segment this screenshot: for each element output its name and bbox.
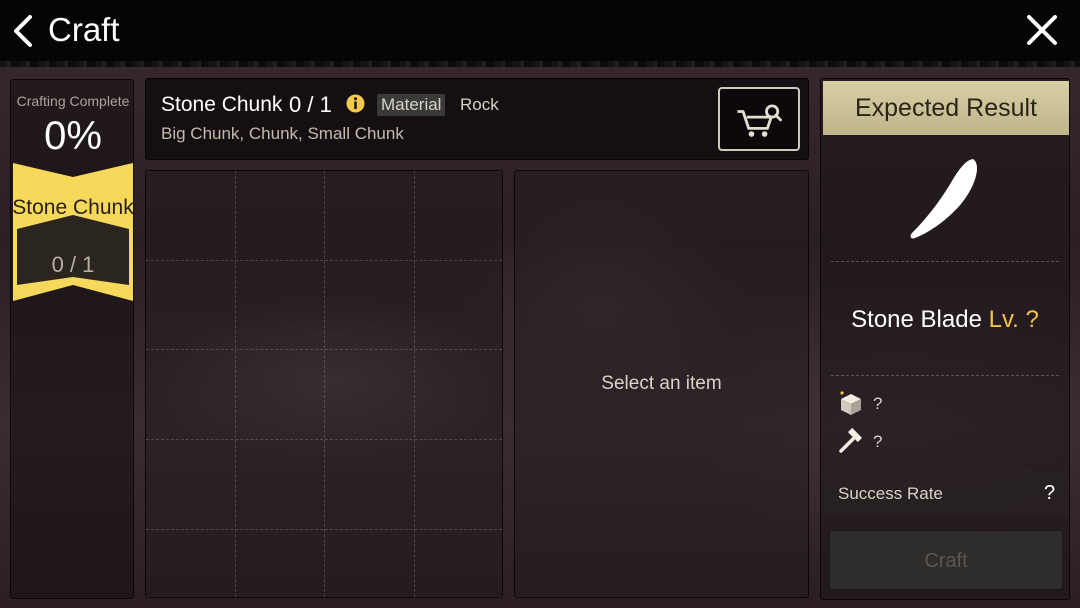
- expected-result-header: Expected Result: [823, 81, 1069, 135]
- tag-material: Material: [377, 94, 446, 116]
- grid-line: [235, 171, 236, 597]
- item-grid[interactable]: [145, 170, 503, 598]
- grid-line: [146, 439, 502, 440]
- divider: [831, 375, 1059, 376]
- select-item-placeholder: Select an item: [601, 373, 722, 394]
- success-rate-value: ?: [1044, 482, 1056, 504]
- grid-line: [146, 260, 502, 261]
- result-item-name: Stone Blade Lv. ?: [821, 306, 1069, 334]
- page-title: Craft: [48, 11, 120, 48]
- divider: [831, 261, 1059, 262]
- stat-row-tool: ?: [837, 427, 917, 455]
- hammer-icon: [839, 427, 863, 453]
- material-count: 0 / 1: [289, 92, 332, 117]
- info-icon[interactable]: [346, 94, 365, 113]
- craft-button[interactable]: Craft: [829, 530, 1063, 590]
- grid-line: [146, 349, 502, 350]
- top-bar: Craft: [0, 0, 1080, 67]
- item-detail-panel: Select an item: [514, 170, 809, 598]
- material-badge[interactable]: [13, 163, 133, 301]
- stone-blade-icon: [910, 159, 977, 239]
- cart-search-icon: [737, 104, 782, 137]
- material-name: Stone Chunk: [161, 93, 283, 116]
- crafting-complete-label: Crafting Complete: [16, 93, 130, 109]
- stat-quantity-value: ?: [873, 394, 883, 413]
- stat-tool-value: ?: [873, 432, 883, 451]
- result-item-title: Stone Blade: [851, 306, 982, 333]
- material-badge-count: 0 / 1: [51, 252, 95, 277]
- result-item-level: Lv. ?: [988, 306, 1039, 333]
- expected-result-panel: Expected Result Stone Blade Lv. ? ? ? Su…: [820, 78, 1070, 600]
- shop-search-button[interactable]: [718, 87, 800, 151]
- material-variants: Big Chunk, Chunk, Small Chunk: [161, 124, 404, 143]
- tag-rock: Rock: [460, 95, 499, 114]
- box-icon: [840, 391, 861, 415]
- success-rate-label: Success Rate: [838, 484, 943, 503]
- material-info-bar: Stone Chunk 0 / 1 Material Rock Big Chun…: [145, 78, 809, 160]
- crafting-percent: 0%: [44, 114, 102, 158]
- material-badge-name: Stone Chunk: [12, 196, 134, 219]
- chevron-left-icon[interactable]: [10, 14, 36, 48]
- success-rate-row: Success Rate ?: [823, 469, 1069, 517]
- grid-line: [146, 529, 502, 530]
- stat-row-quantity: ?: [837, 389, 917, 417]
- grid-line: [324, 171, 325, 597]
- close-icon[interactable]: [1024, 12, 1060, 48]
- crafting-progress-panel: Crafting Complete 0% Stone Chunk 0 / 1: [10, 79, 134, 599]
- grid-line: [414, 171, 415, 597]
